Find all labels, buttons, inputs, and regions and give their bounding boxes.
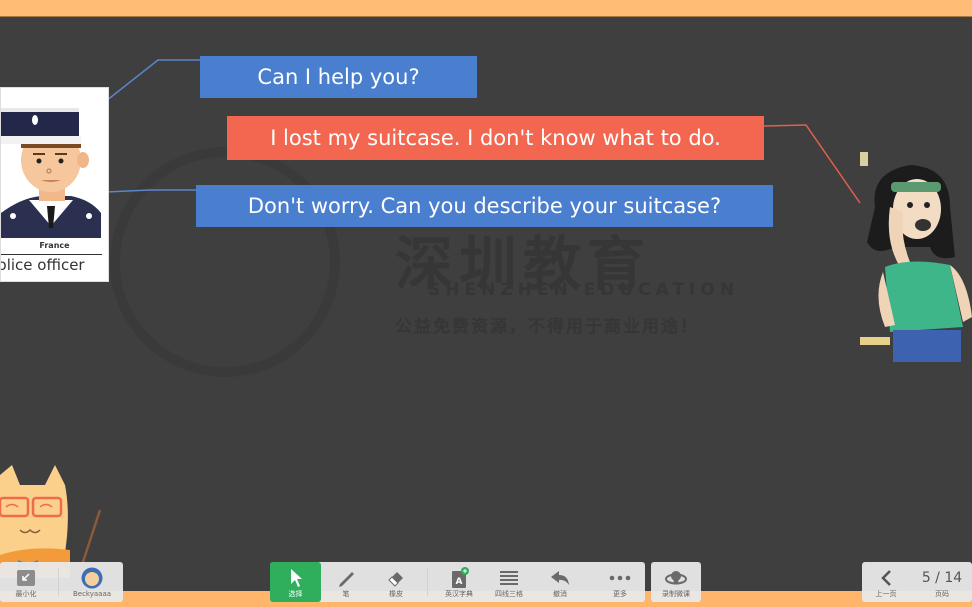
dialogue-line-3: Don't worry. Can you describe your suitc…: [196, 185, 773, 227]
user-profile-button[interactable]: Beckyaaaa: [64, 562, 120, 602]
card-country-label: France: [39, 241, 70, 250]
undo-icon: [550, 565, 570, 590]
police-officer-illustration: [1, 108, 101, 238]
connector-line-2: [763, 124, 861, 204]
four-lines-tool-label: 四线三格: [495, 590, 523, 598]
eraser-tool-label: 橡皮: [389, 590, 403, 598]
page-number-button[interactable]: 5 / 14 页码: [914, 562, 970, 602]
toolbar-left-group: 最小化 Beckyaaaa: [0, 562, 123, 602]
four-lines-icon: [499, 565, 519, 590]
page-number-label: 页码: [935, 590, 949, 598]
more-button[interactable]: 更多: [598, 562, 642, 602]
pen-tool-button[interactable]: 笔: [324, 562, 368, 602]
toolbar-tools-group: 选择 笔 橡皮 A 英汉字典 四线三格 撤消 更多: [270, 562, 645, 602]
minimize-icon: [17, 565, 35, 590]
page-number-indicator: 5 / 14: [921, 569, 963, 586]
record-lesson-button[interactable]: 录制微课: [651, 562, 701, 602]
dictionary-tool-label: 英汉字典: [445, 590, 473, 598]
minimize-button[interactable]: 最小化: [4, 562, 48, 602]
tourist-character-illustration: [860, 152, 972, 362]
undo-button[interactable]: 撤消: [538, 562, 582, 602]
eraser-icon: [386, 565, 406, 590]
dialogue-line-1: Can I help you?: [200, 56, 477, 98]
chevron-left-icon: [879, 565, 893, 590]
minimize-label: 最小化: [15, 590, 37, 598]
prev-page-label: 上一页: [875, 590, 897, 598]
more-icon: [609, 565, 631, 590]
select-tool-label: 选择: [288, 590, 303, 598]
top-frame-bar: [0, 0, 972, 17]
user-name-label: Beckyaaaa: [72, 590, 112, 598]
dialogue-line-2: I lost my suitcase. I don't know what to…: [227, 116, 764, 160]
connector-line-1: [105, 59, 200, 102]
card-title-label: Police officer: [1, 256, 85, 274]
dictionary-icon: A: [449, 565, 469, 590]
four-lines-tool-button[interactable]: 四线三格: [486, 562, 532, 602]
pen-tool-label: 笔: [342, 590, 350, 598]
toolbar-page-nav-group: 上一页 5 / 14 页码: [862, 562, 972, 602]
svg-text:A: A: [456, 577, 463, 587]
police-officer-card: France Police officer: [0, 87, 109, 282]
slide-canvas: 深圳教育 SHENZHEN EDUCATION 公益免费资源，不得用于商业用途！: [0, 17, 972, 591]
prev-page-button[interactable]: 上一页: [866, 562, 906, 602]
dictionary-tool-button[interactable]: A 英汉字典: [436, 562, 482, 602]
cursor-icon: [288, 565, 304, 590]
eraser-tool-button[interactable]: 橡皮: [374, 562, 418, 602]
avatar-icon: [81, 565, 103, 590]
connector-lines: [105, 59, 861, 204]
record-lesson-label: 录制微课: [662, 590, 690, 598]
toolbar-record-group: 录制微课: [651, 562, 701, 602]
connector-line-3: [105, 189, 196, 193]
undo-label: 撤消: [553, 590, 567, 598]
record-icon: [665, 565, 687, 590]
card-divider: [1, 254, 102, 255]
select-tool-button[interactable]: 选择: [270, 562, 321, 602]
pen-icon: [336, 565, 356, 590]
more-label: 更多: [613, 590, 627, 598]
